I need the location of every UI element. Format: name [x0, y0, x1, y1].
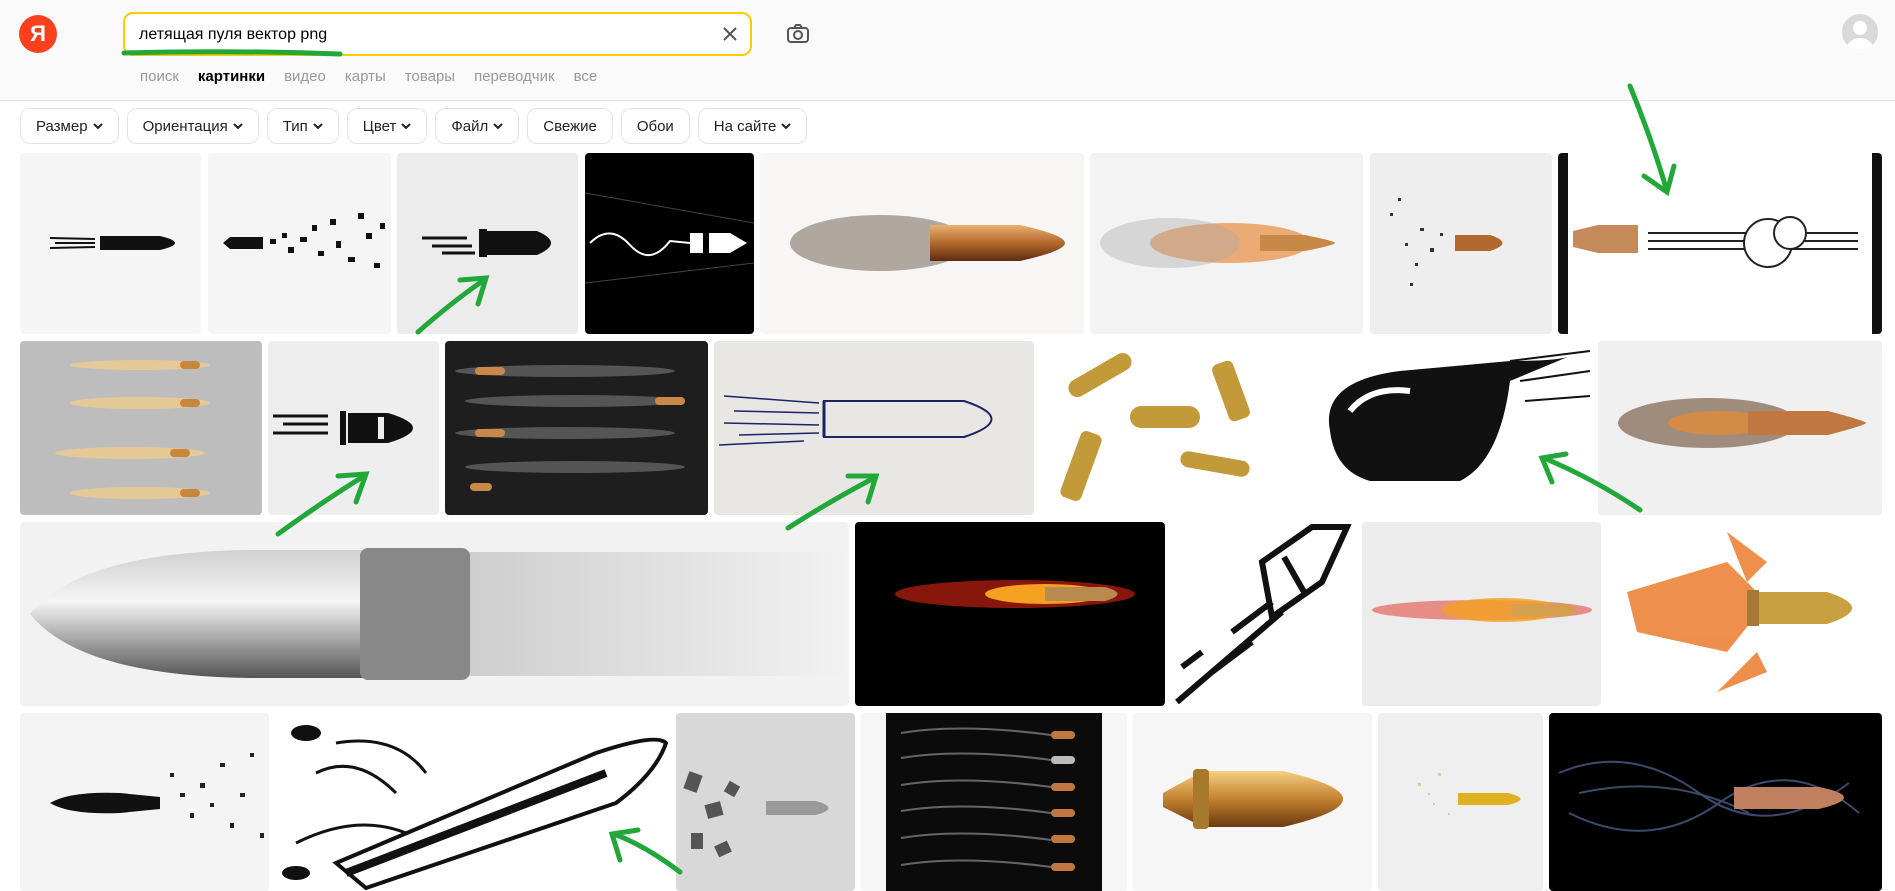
filter-label: Обои — [636, 117, 674, 135]
image-result[interactable] — [397, 153, 578, 334]
search-input[interactable] — [139, 24, 699, 46]
image-result[interactable] — [20, 153, 201, 334]
tab-products[interactable]: товары — [405, 68, 455, 85]
image-result[interactable] — [268, 341, 439, 515]
filter-file[interactable]: Файл — [435, 108, 520, 144]
filter-bar: Размер Ориентация Тип Цвет Файл Свежие О… — [20, 108, 808, 144]
image-result[interactable] — [1378, 713, 1543, 891]
filter-orientation[interactable]: Ориентация — [126, 108, 259, 144]
image-result[interactable] — [760, 153, 1084, 334]
image-result[interactable] — [1310, 341, 1592, 515]
chevron-down-icon — [313, 122, 323, 129]
tab-search[interactable]: поиск — [140, 68, 179, 85]
tab-video[interactable]: видео — [284, 68, 326, 85]
image-result[interactable] — [1090, 153, 1363, 334]
image-result[interactable] — [1607, 522, 1882, 706]
image-result[interactable] — [445, 341, 708, 515]
image-result[interactable] — [20, 341, 262, 515]
filter-label: Цвет — [362, 117, 397, 135]
tab-translator[interactable]: переводчик — [474, 68, 554, 85]
underline-annotation — [121, 49, 343, 57]
chevron-down-icon — [92, 122, 103, 129]
yandex-logo[interactable]: Я — [19, 15, 57, 53]
image-result[interactable] — [714, 341, 1034, 515]
image-result[interactable] — [855, 522, 1165, 706]
image-result[interactable] — [208, 153, 391, 334]
chevron-down-icon — [401, 122, 412, 129]
filter-wallpapers[interactable]: Обои — [620, 108, 690, 144]
clear-icon[interactable] — [718, 22, 742, 46]
chevron-down-icon — [781, 122, 792, 129]
tab-images[interactable]: картинки — [198, 68, 265, 85]
image-result[interactable] — [1558, 153, 1882, 334]
filter-size[interactable]: Размер — [20, 108, 119, 144]
filter-label: Файл — [451, 117, 489, 135]
image-result[interactable] — [1549, 713, 1882, 891]
chevron-down-icon — [233, 122, 243, 129]
image-result[interactable] — [276, 713, 670, 891]
image-result[interactable] — [20, 522, 849, 706]
image-result[interactable] — [1172, 522, 1356, 706]
avatar[interactable] — [1842, 14, 1878, 50]
chevron-down-icon — [493, 122, 503, 129]
filter-on-site[interactable]: На сайте — [697, 108, 808, 144]
filter-label: Размер — [36, 117, 88, 135]
image-result[interactable] — [1362, 522, 1601, 706]
filter-label: Ориентация — [142, 117, 228, 135]
image-result[interactable] — [1040, 341, 1303, 515]
image-result[interactable] — [585, 153, 754, 334]
image-result[interactable] — [1370, 153, 1552, 334]
filter-color[interactable]: Цвет — [346, 108, 428, 144]
image-result[interactable] — [1133, 713, 1372, 891]
filter-fresh[interactable]: Свежие — [527, 108, 613, 144]
filter-label: Свежие — [543, 117, 597, 135]
camera-search-icon[interactable] — [784, 20, 812, 48]
image-result[interactable] — [676, 713, 855, 891]
search-tabs: поиск картинки видео карты товары перево… — [140, 68, 597, 85]
filter-label: На сайте — [713, 117, 777, 135]
filter-type[interactable]: Тип — [266, 108, 339, 144]
image-result[interactable] — [20, 713, 269, 891]
image-result[interactable] — [1598, 341, 1882, 515]
tab-maps[interactable]: карты — [345, 68, 386, 85]
tab-all[interactable]: все — [574, 68, 598, 85]
filter-label: Тип — [282, 117, 308, 135]
image-result[interactable] — [861, 713, 1127, 891]
